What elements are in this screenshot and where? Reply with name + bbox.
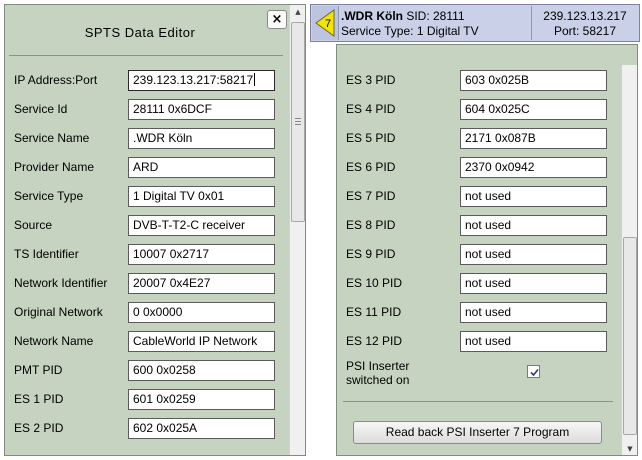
es-pid-panel: ES 3 PID 603 0x025B ES 4 PID 604 0x025C ES 5… [336,44,638,456]
ts-identifier-label: TS Identifier [14,247,79,261]
es-2-pid-field[interactable]: 602 0x025A [128,418,275,439]
scroll-thumb[interactable] [291,22,305,222]
es-3-pid-label: ES 3 PID [346,73,396,87]
es-12-pid-field[interactable]: not used [460,331,607,352]
es-5-pid-field[interactable]: 2171 0x087B [460,128,607,149]
editor-es-2-pid-row: ES 2 PID 602 0x025A [14,418,275,440]
checkmark-icon [530,368,539,377]
editor-ts-identifier-row: TS Identifier 10007 0x2717 [14,244,275,266]
panel-title: SPTS Data Editor [84,25,196,40]
es-es-12-pid-row: ES 12 PID not used [346,331,607,353]
service-id-label: Service Id [14,102,68,116]
es-7-pid-label: ES 7 PID [346,189,396,203]
right-scrollbar[interactable]: ▼ [621,65,637,455]
text-caret [254,73,256,86]
provider-name-label: Provider Name [14,160,95,174]
program-number: 7 [325,18,331,30]
editor-service-type-row: Service Type 1 Digital TV 0x01 [14,186,275,208]
service-summary: .WDR Köln SID: 28111 Service Type: 1 Dig… [341,9,479,39]
es-1-pid-field[interactable]: 601 0x0259 [128,389,275,410]
es-es-11-pid-row: ES 11 PID not used [346,302,607,324]
es-8-pid-field[interactable]: not used [460,215,607,236]
es-es-6-pid-row: ES 6 PID 2370 0x0942 [346,157,607,179]
network-identifier-field[interactable]: 20007 0x4E27 [128,273,275,294]
editor-provider-name-row: Provider Name ARD [14,157,275,179]
es-6-pid-label: ES 6 PID [346,160,396,174]
es-es-4-pid-row: ES 4 PID 604 0x025C [346,99,607,121]
es-5-pid-label: ES 5 PID [346,131,396,145]
service-type-label: Service Type [14,189,84,203]
back-tab[interactable]: 7 [312,6,339,40]
service-name: .WDR Köln [341,9,403,23]
editor-es-1-pid-row: ES 1 PID 601 0x0259 [14,389,275,411]
read-back-button[interactable]: Read back PSI Inserter 7 Program [353,421,602,444]
editor-network-identifier-row: Network Identifier 20007 0x4E27 [14,273,275,295]
es-10-pid-field[interactable]: not used [460,273,607,294]
es-1-pid-label: ES 1 PID [14,392,64,406]
original-network-label: Original Network [14,305,103,319]
editor-network-name-row: Network Name CableWorld IP Network [14,331,275,353]
scroll-thumb[interactable] [623,237,637,435]
es-9-pid-label: ES 9 PID [346,247,396,261]
es-es-8-pid-row: ES 8 PID not used [346,215,607,237]
source-field[interactable]: DVB-T-T2-C receiver [128,215,275,236]
network-identifier-label: Network Identifier [14,276,108,290]
ts-identifier-field[interactable]: 10007 0x2717 [128,244,275,265]
editor-pmt-pid-row: PMT PID 600 0x0258 [14,360,275,382]
grip-icon [295,118,301,125]
es-es-10-pid-row: ES 10 PID not used [346,273,607,295]
pmt-pid-label: PMT PID [14,363,63,377]
es-4-pid-field[interactable]: 604 0x025C [460,99,607,120]
source-label: Source [14,218,53,232]
back-arrow-icon: 7 [315,9,335,37]
es-es-5-pid-row: ES 5 PID 2171 0x087B [346,128,607,150]
network-name-field[interactable]: CableWorld IP Network [128,331,275,352]
service-type-field[interactable]: 1 Digital TV 0x01 [128,186,275,207]
left-scrollbar[interactable]: ▲ [289,5,305,455]
es-es-7-pid-row: ES 7 PID not used [346,186,607,208]
psi-inserter-checkbox[interactable] [527,365,540,378]
es-3-pid-field[interactable]: 603 0x025B [460,70,607,91]
es-es-3-pid-row: ES 3 PID 603 0x025B [346,70,607,92]
es-11-pid-label: ES 11 PID [346,305,402,319]
es-8-pid-label: ES 8 PID [346,218,396,232]
es-es-9-pid-row: ES 9 PID not used [346,244,607,266]
service-name-field[interactable]: .WDR Köln [128,128,275,149]
network-name-label: Network Name [14,334,94,348]
scroll-down-arrow-icon[interactable]: ▼ [622,442,637,455]
service-sid: SID: 28111 [403,9,465,23]
editor-service-id-row: Service Id 28111 0x6DCF [14,99,275,121]
es-10-pid-label: ES 10 PID [346,276,403,290]
service-id-field[interactable]: 28111 0x6DCF [128,99,275,120]
es-9-pid-field[interactable]: not used [460,244,607,265]
editor-ip-address-port-row: IP Address:Port 239.123.13.217:58217 [14,70,275,92]
editor-service-name-row: Service Name .WDR Köln [14,128,275,150]
editor-original-network-row: Original Network 0 0x0000 [14,302,275,324]
spts-data-editor-panel: × SPTS Data Editor IP Address:Port 239.12… [4,4,306,456]
service-header: 7 .WDR Köln SID: 28111 Service Type: 1 D… [310,4,640,42]
ip-address-port-label: IP Address:Port [14,73,98,87]
es-6-pid-field[interactable]: 2370 0x0942 [460,157,607,178]
editor-source-row: Source DVB-T-T2-C receiver [14,215,275,237]
service-type: Service Type: 1 Digital TV [341,24,479,38]
service-name-label: Service Name [14,131,90,145]
stream-ip: 239.123.13.217 [543,9,627,23]
scroll-up-arrow-icon[interactable]: ▲ [290,5,305,20]
es-2-pid-label: ES 2 PID [14,421,64,435]
es-4-pid-label: ES 4 PID [346,102,396,116]
psi-divider [343,401,613,402]
provider-name-field[interactable]: ARD [128,157,275,178]
es-12-pid-label: ES 12 PID [346,334,403,348]
original-network-field[interactable]: 0 0x0000 [128,302,275,323]
stream-address: 239.123.13.217 Port: 58217 [531,6,638,40]
pmt-pid-field[interactable]: 600 0x0258 [128,360,275,381]
ip-address-port-field[interactable]: 239.123.13.217:58217 [128,70,275,91]
es-7-pid-field[interactable]: not used [460,186,607,207]
stream-port: Port: 58217 [553,24,617,38]
psi-inserter-label: PSI Inserter switched on [346,359,410,387]
es-11-pid-field[interactable]: not used [460,302,607,323]
title-divider [9,55,283,56]
